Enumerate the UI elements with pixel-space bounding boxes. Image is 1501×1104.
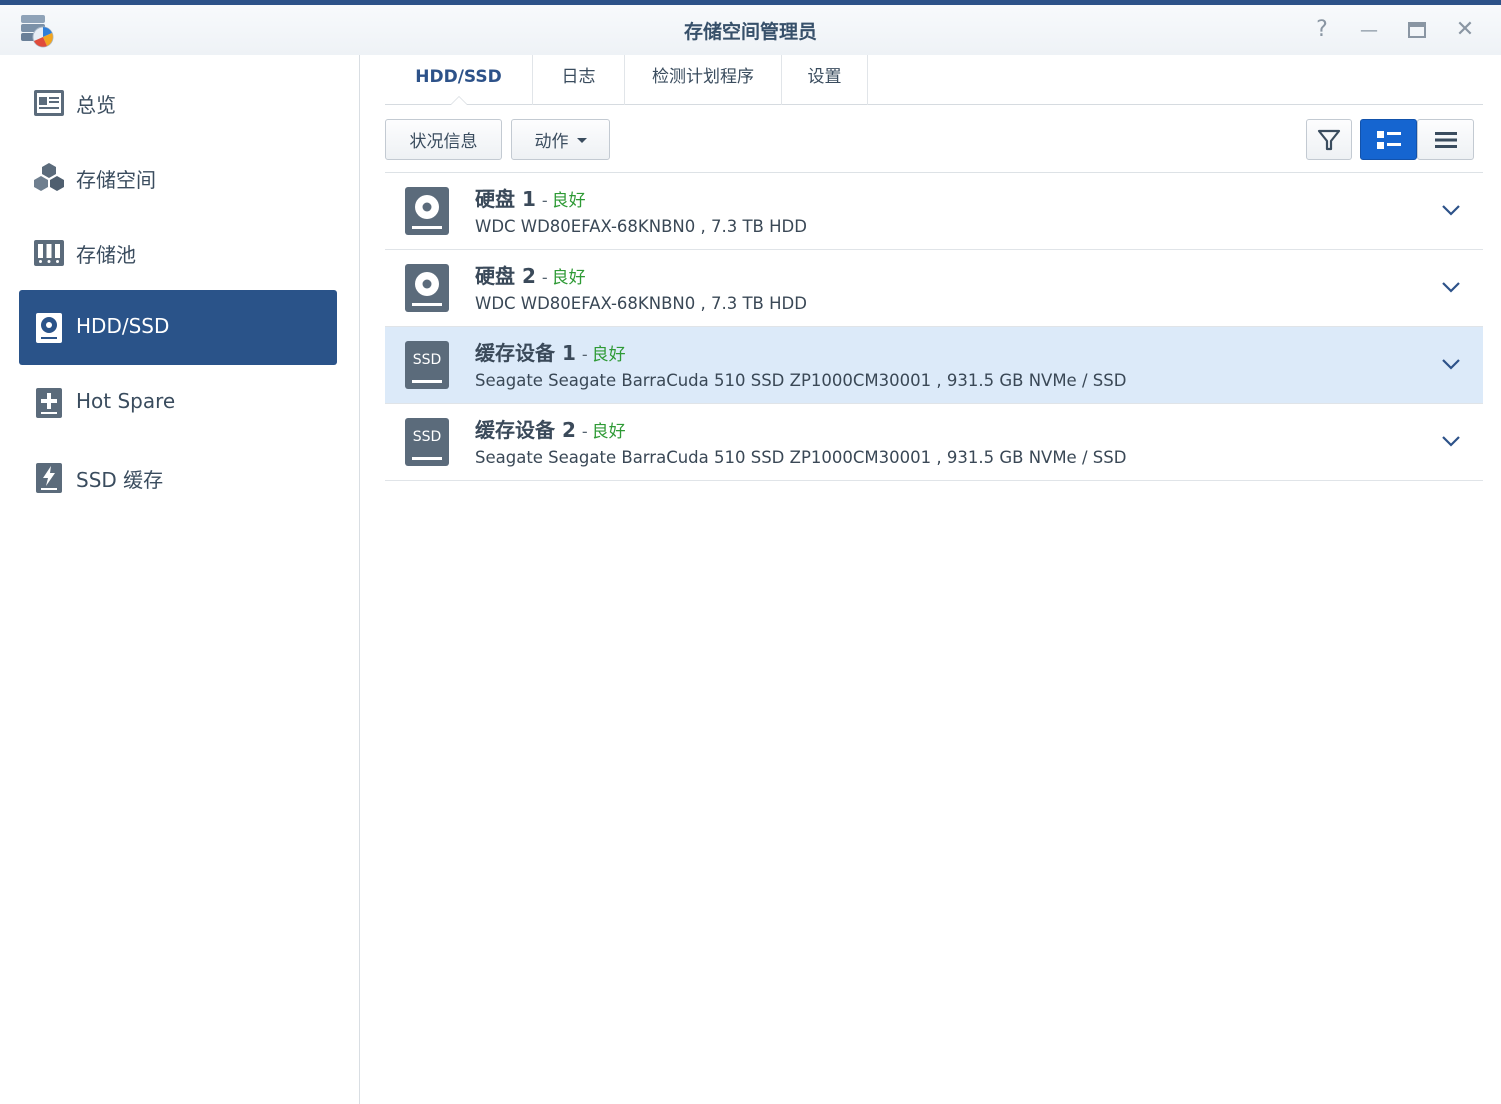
storage-pool-icon (34, 240, 64, 266)
hdd-icon (36, 313, 62, 343)
maximize-button[interactable] (1404, 17, 1430, 43)
sidebar-item-label: 存储池 (76, 243, 136, 267)
disk-title: 硬盘 2- 良好 (475, 260, 586, 289)
sidebar: 总览 存储空间 存储池 HDD/SSD Hot Spare SSD 缓存 (0, 55, 360, 1104)
overview-icon (34, 90, 64, 116)
disk-status: 良好 (551, 191, 586, 211)
disk-title: 缓存设备 1- 良好 (475, 337, 626, 366)
close-icon: ✕ (1455, 17, 1475, 42)
separator: - (541, 268, 548, 287)
svg-text:SSD: SSD (413, 352, 442, 368)
disk-status: 良好 (591, 422, 626, 442)
filter-button[interactable] (1306, 119, 1352, 160)
disk-list: 硬盘 1- 良好 WDC WD80EFAX-68KNBN0 , 7.3 TB HD… (385, 172, 1483, 481)
tab-log[interactable]: 日志 (533, 55, 625, 105)
action-dropdown-button[interactable]: 动作 (511, 119, 610, 160)
status-info-label: 状况信息 (409, 132, 478, 152)
window-title: 存储空间管理员 (683, 21, 817, 43)
disk-description: WDC WD80EFAX-68KNBN0 , 7.3 TB HDD (475, 217, 807, 236)
minimize-icon: — (1360, 20, 1378, 41)
disk-title: 缓存设备 2- 良好 (475, 414, 626, 443)
sidebar-item-storage-space[interactable]: 存储空间 (19, 140, 337, 215)
disk-row-hdd-2[interactable]: 硬盘 2- 良好 WDC WD80EFAX-68KNBN0 , 7.3 TB HD… (385, 250, 1483, 327)
help-button[interactable]: ? (1309, 17, 1335, 43)
sidebar-item-label: 总览 (76, 93, 116, 117)
disk-description: Seagate Seagate BarraCuda 510 SSD ZP1000… (475, 371, 1127, 390)
minimize-button[interactable]: — (1356, 17, 1382, 43)
disk-description: WDC WD80EFAX-68KNBN0 , 7.3 TB HDD (475, 294, 807, 313)
disk-number: 1 (561, 341, 576, 365)
disk-number: 1 (521, 187, 536, 211)
disk-name: 缓存设备 (475, 418, 555, 442)
disk-name: 缓存设备 (475, 341, 555, 365)
disk-name: 硬盘 (475, 187, 515, 211)
disk-name: 硬盘 (475, 264, 515, 288)
sidebar-item-ssd-cache[interactable]: SSD 缓存 (19, 440, 337, 515)
filter-icon (1317, 129, 1341, 150)
status-info-button[interactable]: 状况信息 (385, 119, 502, 160)
disk-row-cache-1[interactable]: SSD 缓存设备 1- 良好 Seagate Seagate BarraCuda … (385, 327, 1483, 404)
disk-title: 硬盘 1- 良好 (475, 183, 586, 212)
chevron-down-icon[interactable] (1441, 280, 1461, 294)
disk-description: Seagate Seagate BarraCuda 510 SSD ZP1000… (475, 448, 1127, 467)
hdd-disk-icon (405, 264, 449, 312)
disk-status: 良好 (551, 268, 586, 288)
caret-down-icon (576, 138, 587, 143)
list-view-button[interactable] (1417, 119, 1474, 160)
detail-view-button[interactable] (1360, 119, 1417, 160)
hot-spare-icon (36, 388, 62, 418)
chevron-down-icon[interactable] (1441, 434, 1461, 448)
disk-status: 良好 (591, 345, 626, 365)
disk-row-hdd-1[interactable]: 硬盘 1- 良好 WDC WD80EFAX-68KNBN0 , 7.3 TB HD… (385, 173, 1483, 250)
disk-row-cache-2[interactable]: SSD 缓存设备 2- 良好 Seagate Seagate BarraCuda … (385, 404, 1483, 481)
active-tab-indicator (450, 96, 468, 105)
ssd-cache-icon (36, 463, 62, 493)
separator: - (541, 191, 548, 210)
svg-text:SSD: SSD (413, 429, 442, 445)
sidebar-item-overview[interactable]: 总览 (19, 65, 337, 140)
sidebar-item-label: Hot Spare (76, 389, 176, 413)
tab-test-scheduler[interactable]: 检测计划程序 (625, 55, 782, 105)
list-view-icon (1434, 131, 1457, 148)
maximize-icon (1408, 22, 1426, 38)
help-icon: ? (1316, 17, 1328, 42)
title-bar[interactable]: 存储空间管理员 ? — ✕ (0, 5, 1501, 55)
action-label: 动作 (534, 132, 569, 152)
tab-settings[interactable]: 设置 (782, 55, 868, 105)
separator: - (581, 422, 588, 441)
storage-manager-window: 存储空间管理员 ? — ✕ 总览 存储空间 存储池 HDD/SSD Hot Sp… (0, 0, 1501, 1104)
ssd-disk-icon: SSD (405, 418, 449, 466)
chevron-down-icon[interactable] (1441, 203, 1461, 217)
sidebar-item-label: 存储空间 (76, 168, 156, 192)
sidebar-item-storage-pool[interactable]: 存储池 (19, 215, 337, 290)
tab-bar: HDD/SSD 日志 检测计划程序 设置 (385, 55, 1483, 105)
sidebar-item-label: SSD 缓存 (76, 468, 164, 492)
disk-number: 2 (521, 264, 536, 288)
sidebar-item-label: HDD/SSD (76, 314, 170, 338)
sidebar-item-hot-spare[interactable]: Hot Spare (19, 365, 337, 440)
sidebar-item-hdd-ssd[interactable]: HDD/SSD (19, 290, 337, 365)
separator: - (581, 345, 588, 364)
detail-view-icon (1376, 130, 1401, 149)
close-button[interactable]: ✕ (1452, 17, 1478, 43)
hdd-disk-icon (405, 187, 449, 235)
chevron-down-icon[interactable] (1441, 357, 1461, 371)
ssd-disk-icon: SSD (405, 341, 449, 389)
disk-number: 2 (561, 418, 576, 442)
storage-cubes-icon (34, 163, 64, 191)
